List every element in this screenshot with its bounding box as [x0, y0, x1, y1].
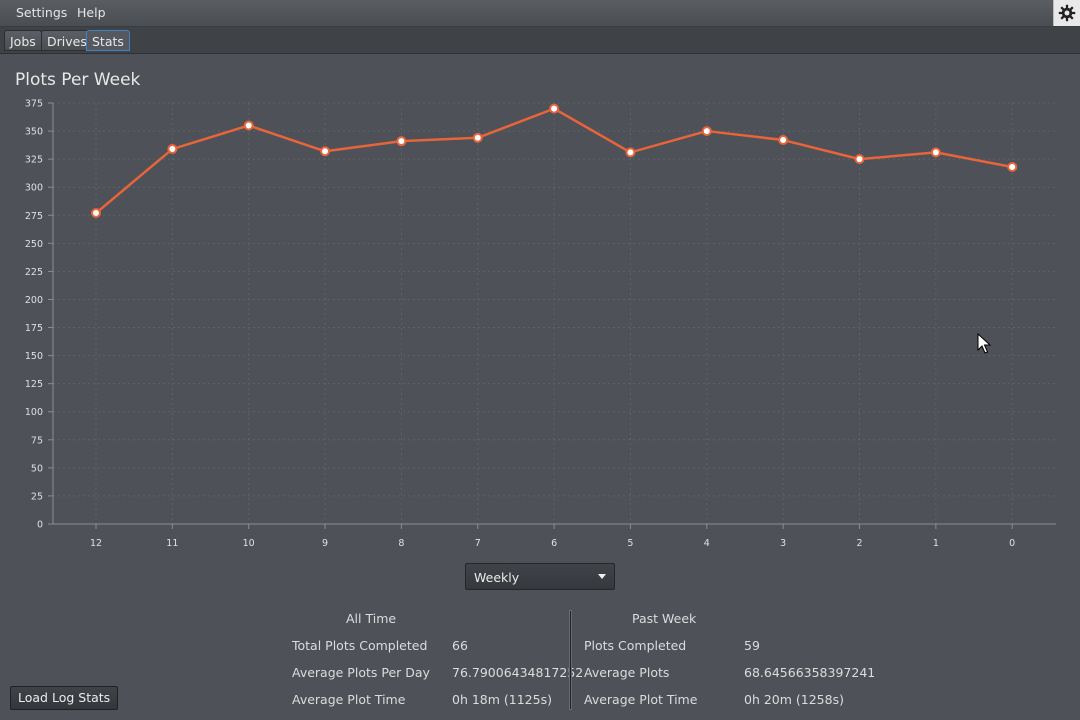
- stat-value-total-plots: 66: [452, 638, 468, 653]
- y-tick-label: 375: [25, 99, 43, 110]
- y-tick-label: 325: [25, 155, 43, 166]
- mouse-cursor-icon: [977, 333, 991, 354]
- y-tick-label: 225: [25, 267, 43, 278]
- all-time-heading: All Time: [346, 611, 397, 626]
- plots-per-week-chart: 0255075100125150175200225250275300325350…: [25, 99, 1056, 549]
- stat-value-avg-per-day: 76.79006434817252: [452, 665, 584, 680]
- tab-jobs[interactable]: Jobs: [4, 30, 42, 51]
- y-tick-label: 50: [31, 463, 43, 474]
- data-point: [167, 144, 178, 155]
- data-point: [549, 103, 560, 114]
- data-point: [701, 126, 712, 137]
- x-tick-label: 5: [627, 538, 633, 549]
- period-select[interactable]: Weekly: [465, 563, 615, 590]
- period-select-value: Weekly: [474, 570, 520, 585]
- settings-gear-button[interactable]: [1053, 0, 1080, 26]
- past-week-heading: Past Week: [632, 611, 697, 626]
- gear-icon: [1058, 4, 1076, 22]
- stat-label-avg-plot-time: Average Plot Time: [292, 692, 406, 707]
- y-tick-label: 0: [37, 520, 43, 531]
- tab-bar: Jobs Drives Stats: [0, 27, 1080, 54]
- y-tick-label: 275: [25, 211, 43, 222]
- x-tick-label: 11: [166, 538, 178, 549]
- data-point: [625, 147, 636, 158]
- y-tick-label: 175: [25, 323, 43, 334]
- x-tick-label: 3: [780, 538, 786, 549]
- menu-bar: Settings Help: [0, 0, 1080, 27]
- stat-label-week-completed: Plots Completed: [584, 638, 687, 653]
- stat-value-week-avg: 68.64566358397241: [744, 665, 876, 680]
- x-tick-label: 4: [704, 538, 710, 549]
- x-tick-label: 7: [475, 538, 481, 549]
- data-point: [930, 147, 941, 158]
- stat-label-week-avg: Average Plots: [584, 665, 670, 680]
- stat-value-avg-plot-time: 0h 18m (1125s): [452, 692, 552, 707]
- x-tick-label: 10: [243, 538, 255, 549]
- data-point: [396, 136, 407, 147]
- tab-stats[interactable]: Stats: [86, 30, 130, 51]
- y-tick-label: 150: [25, 351, 43, 362]
- y-tick-label: 25: [31, 491, 43, 502]
- x-tick-label: 1: [933, 538, 939, 549]
- menu-help[interactable]: Help: [77, 5, 106, 20]
- stat-value-week-completed: 59: [744, 638, 760, 653]
- y-tick-label: 200: [25, 295, 43, 306]
- stat-label-total-plots: Total Plots Completed: [292, 638, 428, 653]
- y-tick-label: 250: [25, 239, 43, 250]
- data-point: [778, 135, 789, 146]
- y-tick-label: 100: [25, 407, 43, 418]
- stat-value-week-plot-time: 0h 20m (1258s): [744, 692, 844, 707]
- x-tick-label: 9: [322, 538, 328, 549]
- x-tick-label: 2: [856, 538, 862, 549]
- y-tick-label: 75: [31, 435, 43, 446]
- data-point: [1007, 161, 1018, 172]
- x-tick-label: 8: [398, 538, 404, 549]
- data-point: [243, 120, 254, 131]
- load-log-stats-button[interactable]: Load Log Stats: [10, 686, 119, 710]
- data-point: [91, 208, 101, 219]
- x-tick-label: 0: [1009, 538, 1015, 549]
- stats-divider: [569, 610, 572, 710]
- y-tick-label: 300: [25, 183, 43, 194]
- data-point: [320, 146, 331, 157]
- x-tick-label: 12: [90, 538, 102, 549]
- y-tick-label: 125: [25, 379, 43, 390]
- menu-settings[interactable]: Settings: [16, 5, 67, 20]
- chevron-down-icon: [598, 574, 606, 579]
- data-point: [472, 132, 483, 143]
- y-tick-label: 350: [25, 127, 43, 138]
- stat-label-week-plot-time: Average Plot Time: [584, 692, 698, 707]
- x-tick-label: 6: [551, 538, 557, 549]
- chart-title: Plots Per Week: [15, 70, 141, 90]
- stat-label-avg-per-day: Average Plots Per Day: [292, 665, 430, 680]
- data-point: [854, 154, 865, 165]
